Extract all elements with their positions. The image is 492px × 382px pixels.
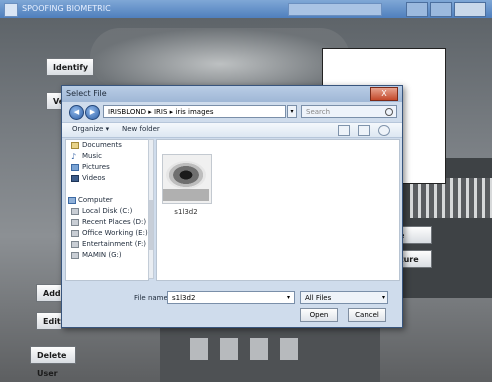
- nav-item-drive-g[interactable]: MAMIN (G:): [66, 250, 148, 261]
- search-input[interactable]: Search: [301, 105, 397, 118]
- nav-item-drive-f[interactable]: Entertainment (F:): [66, 239, 148, 250]
- titlebar-field: [288, 3, 382, 16]
- nav-item-drive-e[interactable]: Office Working (E:): [66, 228, 148, 239]
- drive-icon: [71, 252, 79, 259]
- nav-item-label: Documents: [82, 141, 122, 149]
- app-icon: [4, 3, 18, 17]
- dialog-close-button[interactable]: X: [370, 87, 398, 101]
- drive-icon: [71, 208, 79, 215]
- nav-item-label: Office Working (E:): [82, 229, 148, 237]
- background-fence: [410, 178, 492, 218]
- document-icon: [71, 142, 79, 149]
- pictures-icon: [71, 164, 79, 171]
- file-type-value: All Files: [305, 294, 332, 302]
- nav-item-computer[interactable]: Computer: [66, 195, 148, 206]
- navigation-scrollbar[interactable]: [148, 139, 154, 279]
- edit-button[interactable]: Edit: [36, 312, 62, 330]
- file-type-select[interactable]: All Files ▾: [300, 291, 388, 304]
- nav-item-label: Entertainment (F:): [82, 240, 147, 248]
- nav-item-music[interactable]: ♪ Music: [66, 151, 148, 162]
- address-bar[interactable]: IRISBLOND ▸ IRIS ▸ iris images: [103, 105, 286, 118]
- nav-item-label: Recent Places (D:): [82, 218, 147, 226]
- search-placeholder: Search: [306, 108, 331, 116]
- drive-icon: [71, 241, 79, 248]
- delete-user-button[interactable]: Delete User: [30, 346, 76, 378]
- view-options-icon[interactable]: [338, 125, 350, 136]
- drive-icon: [71, 219, 79, 226]
- cancel-button[interactable]: Cancel: [348, 308, 386, 322]
- chevron-down-icon: ▾: [381, 294, 385, 301]
- search-icon: [385, 108, 393, 116]
- nav-item-pictures[interactable]: Pictures: [66, 162, 148, 173]
- nav-item-drive-c[interactable]: Local Disk (C:): [66, 206, 148, 217]
- preview-pane-icon[interactable]: [358, 125, 370, 136]
- background-window: [190, 338, 208, 360]
- nav-item-documents[interactable]: Documents: [66, 140, 148, 151]
- file-name-input[interactable]: s1l3d2: [167, 291, 295, 304]
- nav-item-videos[interactable]: Videos: [66, 173, 148, 184]
- open-button[interactable]: Open: [300, 308, 338, 322]
- background-sky: [90, 28, 350, 88]
- new-folder-button[interactable]: New folder: [122, 125, 160, 133]
- file-item-thumbnail[interactable]: [162, 154, 212, 204]
- nav-item-label: Videos: [82, 174, 106, 182]
- computer-icon: [68, 197, 76, 204]
- nav-item-label: Computer: [78, 196, 113, 204]
- identify-button[interactable]: Identify: [46, 58, 94, 76]
- add-button[interactable]: Add: [36, 284, 62, 302]
- background-window: [220, 338, 238, 360]
- address-row: ◀ ▶ IRISBLOND ▸ IRIS ▸ iris images ▾ Sea…: [65, 104, 399, 120]
- file-name-dropdown-icon[interactable]: ▾: [284, 292, 293, 303]
- file-list-pane: s1l3d2: [156, 139, 400, 281]
- background-window: [280, 338, 298, 360]
- file-item-label[interactable]: s1l3d2: [162, 208, 210, 216]
- nav-item-label: MAMIN (G:): [82, 251, 122, 259]
- back-arrow-icon[interactable]: ◀: [69, 105, 84, 120]
- open-file-dialog: Select File X ◀ ▶ IRISBLOND ▸ IRIS ▸ iri…: [61, 85, 403, 328]
- maximize-button[interactable]: [430, 2, 452, 17]
- nav-item-label: Pictures: [82, 163, 110, 171]
- app-titlebar: SPOOFING BIOMETRIC: [0, 0, 492, 19]
- close-window-button[interactable]: [454, 2, 486, 17]
- app-title: SPOOFING BIOMETRIC: [22, 4, 111, 13]
- video-icon: [71, 175, 79, 182]
- nav-item-label: Music: [82, 152, 102, 160]
- thumbnail-lower-band: [163, 189, 209, 201]
- drive-icon: [71, 230, 79, 237]
- nav-item-drive-d[interactable]: Recent Places (D:): [66, 217, 148, 228]
- file-name-label: File name:: [134, 294, 171, 302]
- dialog-toolbar: Organize ▾ New folder: [62, 122, 402, 138]
- minimize-button[interactable]: [406, 2, 428, 17]
- background-window: [250, 338, 268, 360]
- help-icon[interactable]: [378, 125, 390, 136]
- eye-image-icon: [166, 161, 206, 189]
- scrollbar-thumb[interactable]: [149, 200, 153, 250]
- forward-arrow-icon[interactable]: ▶: [85, 105, 100, 120]
- organize-menu[interactable]: Organize ▾: [72, 125, 109, 133]
- nav-item-label: Local Disk (C:): [82, 207, 133, 215]
- dialog-title: Select File: [66, 89, 107, 98]
- music-icon: ♪: [71, 152, 77, 161]
- address-dropdown-icon[interactable]: ▾: [287, 105, 297, 118]
- navigation-pane: Documents ♪ Music Pictures Videos Compute…: [65, 139, 149, 281]
- dialog-titlebar: Select File X: [62, 86, 402, 102]
